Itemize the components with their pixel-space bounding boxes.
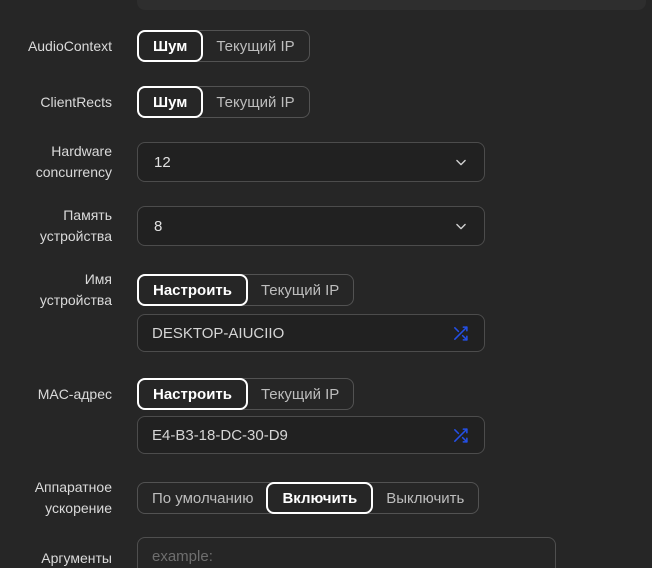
clientrects-current-ip-button[interactable]: Текущий IP [202, 87, 308, 117]
field-row-audiocontext: AudioContext Шум Текущий IP [0, 30, 310, 62]
device-memory-select[interactable]: 8 [137, 206, 485, 246]
device-name-toggle-group: Настроить Текущий IP [137, 274, 354, 306]
hardware-concurrency-label: Hardware concurrency [0, 141, 112, 183]
fingerprint-settings-panel: AudioContext Шум Текущий IP ClientRects … [0, 0, 652, 568]
field-row-hardware-concurrency: Hardware concurrency 12 [0, 142, 485, 182]
hardware-acceleration-default-button[interactable]: По умолчанию [138, 483, 267, 513]
arguments-label: Аргументы [0, 537, 112, 568]
hardware-acceleration-disable-button[interactable]: Выключить [372, 483, 478, 513]
device-name-current-ip-button[interactable]: Текущий IP [247, 275, 353, 305]
arguments-input[interactable] [137, 537, 556, 568]
mac-address-field [137, 416, 485, 454]
device-name-configure-button[interactable]: Настроить [137, 274, 248, 306]
mac-address-label: MAC-адрес [0, 384, 112, 405]
clientrects-noise-button[interactable]: Шум [137, 86, 203, 118]
device-memory-label: Память устройства [0, 205, 112, 247]
mac-address-input[interactable] [152, 427, 443, 444]
mac-address-configure-button[interactable]: Настроить [137, 378, 248, 410]
device-name-label: Имя устройства [0, 269, 112, 311]
field-row-clientrects: ClientRects Шум Текущий IP [0, 86, 310, 118]
clientrects-toggle-group: Шум Текущий IP [137, 86, 310, 118]
field-row-device-name: Имя устройства Настроить Текущий IP [0, 274, 354, 306]
audiocontext-label: AudioContext [0, 36, 112, 57]
shuffle-icon[interactable] [451, 325, 470, 342]
chevron-down-icon [454, 155, 468, 169]
audiocontext-current-ip-button[interactable]: Текущий IP [202, 31, 308, 61]
audiocontext-toggle-group: Шум Текущий IP [137, 30, 310, 62]
field-row-arguments: Аргументы [0, 537, 556, 568]
clientrects-label: ClientRects [0, 92, 112, 113]
device-name-input-row [137, 314, 485, 352]
mac-address-current-ip-button[interactable]: Текущий IP [247, 379, 353, 409]
device-name-field [137, 314, 485, 352]
audiocontext-noise-button[interactable]: Шум [137, 30, 203, 62]
device-memory-value: 8 [154, 218, 162, 235]
mac-address-input-row [137, 416, 485, 454]
hardware-concurrency-select[interactable]: 12 [137, 142, 485, 182]
field-row-mac-address: MAC-адрес Настроить Текущий IP [0, 378, 354, 410]
chevron-down-icon [454, 219, 468, 233]
hardware-acceleration-label: Аппаратное ускорение [0, 477, 112, 519]
hardware-acceleration-enable-button[interactable]: Включить [266, 482, 373, 514]
mac-address-toggle-group: Настроить Текущий IP [137, 378, 354, 410]
hardware-acceleration-toggle-group: По умолчанию Включить Выключить [137, 482, 479, 514]
field-row-device-memory: Память устройства 8 [0, 206, 485, 246]
hardware-concurrency-value: 12 [154, 154, 171, 171]
shuffle-icon[interactable] [451, 427, 470, 444]
truncated-field-above[interactable] [137, 0, 646, 10]
device-name-input[interactable] [152, 325, 443, 342]
field-row-hardware-acceleration: Аппаратное ускорение По умолчанию Включи… [0, 482, 479, 514]
